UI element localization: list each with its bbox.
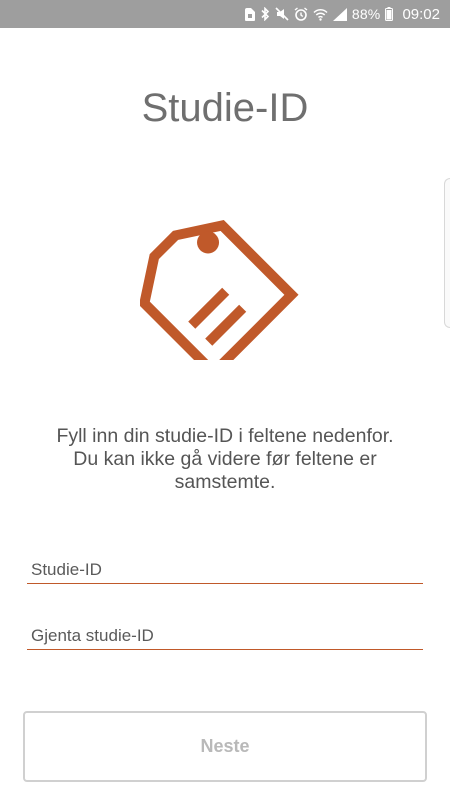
- next-button[interactable]: Neste: [23, 711, 427, 782]
- instructions-line: Du kan ikke gå videre før feltene er: [73, 448, 377, 470]
- status-bar: 88% 09:02: [0, 0, 450, 28]
- study-id-input[interactable]: [27, 558, 423, 582]
- page-title: Studie-ID: [141, 86, 309, 130]
- mute-icon: [275, 7, 289, 21]
- battery-percentage: 88%: [351, 6, 381, 22]
- repeat-study-id-input[interactable]: [27, 624, 423, 648]
- instructions-line: Fyll inn din studie-ID i feltene nedenfo…: [56, 425, 394, 447]
- wifi-icon: [313, 8, 328, 21]
- signal-icon: [332, 7, 347, 21]
- battery-icon: [385, 7, 394, 21]
- instructions-line: samstemte.: [174, 471, 276, 493]
- instructions-text: Fyll inn din studie-ID i feltene nedenfo…: [30, 425, 420, 494]
- status-time: 09:02: [402, 5, 440, 23]
- study-id-field: [27, 558, 423, 584]
- repeat-study-id-field: [27, 624, 423, 650]
- tag-icon: [138, 190, 310, 380]
- edge-panel-handle[interactable]: [444, 178, 450, 328]
- bluetooth-icon: [260, 7, 270, 21]
- sim-icon: [244, 7, 255, 21]
- alarm-icon: [294, 7, 308, 21]
